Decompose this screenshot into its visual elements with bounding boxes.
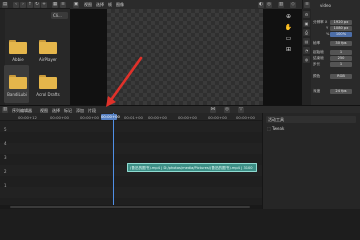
frame-start-field[interactable]: 1	[330, 49, 352, 55]
back-icon[interactable]: ‹	[13, 1, 19, 8]
movie-strip[interactable]: (鲁迅的图书).mp4 | D:/photos/media/Pictures/(…	[127, 163, 257, 172]
overlay-icon[interactable]: ◎	[224, 106, 230, 113]
properties-title: video	[320, 3, 331, 8]
pan-icon[interactable]: ✋	[284, 23, 293, 32]
channel-icon[interactable]: ▥	[278, 1, 284, 8]
track-band	[0, 143, 262, 154]
prop-label: 步长	[313, 62, 321, 66]
ruler-tick: 00:00+00	[50, 114, 69, 120]
ruler-tick: 00:00+00	[208, 114, 227, 120]
folder-icon[interactable]	[39, 40, 57, 54]
menu-select[interactable]: 选择	[96, 2, 104, 8]
frame-end-field[interactable]: 250	[330, 55, 352, 61]
new-folder-icon[interactable]: +	[41, 1, 47, 8]
world-tab-icon[interactable]: ◍	[303, 56, 310, 63]
frame-rate-select[interactable]: 30 fps	[330, 40, 352, 46]
channel-number: 3	[4, 155, 7, 160]
zoom-icon[interactable]: ⊕	[284, 12, 293, 21]
view-layer-tab-icon[interactable]: ▤	[303, 38, 310, 45]
tool-tab-icon[interactable]: ⚙	[303, 11, 310, 18]
editor-type-icon[interactable]: ▥	[2, 106, 8, 113]
scene-tab-icon[interactable]: ◔	[303, 47, 310, 54]
track-band	[0, 176, 262, 187]
editor-type-icon[interactable]: ▤	[2, 1, 8, 8]
overlay-icon[interactable]: ◎	[266, 1, 272, 8]
sequencer-header: ▥ 序列编辑器 视图 选择 标记 添加 片段 ⋈ ◎ ▽	[0, 105, 360, 113]
channel-number: 4	[4, 141, 7, 146]
channel-number: 5	[4, 127, 7, 132]
ruler-tick: 00:00+00	[236, 114, 255, 120]
ruler-tick: 00:00+12	[18, 114, 37, 120]
parent-dir-icon[interactable]: ↑	[27, 1, 33, 8]
gizmo-icon[interactable]: ◇	[290, 1, 296, 8]
folder-label: BandiLubi	[7, 92, 27, 97]
resolution-percent-field[interactable]: 100%	[330, 31, 352, 37]
ruler-tick: 00:00+00	[80, 114, 99, 120]
filter-icon[interactable]: ▽	[238, 106, 244, 113]
prop-label: Y	[326, 26, 329, 30]
folder-label: Abbie	[12, 57, 24, 62]
prop-label: 分辨率 X	[313, 20, 328, 24]
channel-number: 2	[4, 169, 7, 174]
playhead-time[interactable]: 00:00+00	[101, 113, 120, 120]
menu-view[interactable]: 视图	[84, 2, 92, 8]
playhead-line[interactable]	[113, 113, 114, 209]
ruler-tick: 00:00+00	[178, 114, 197, 120]
track-band	[0, 132, 262, 143]
menu-frame[interactable]: 帧	[108, 2, 112, 8]
forward-icon[interactable]: ›	[20, 1, 26, 8]
menu-image[interactable]: 图像	[116, 2, 124, 8]
folder-label: AirPlayer	[39, 57, 57, 62]
prop-label: 颜色	[313, 74, 321, 78]
properties-type-icon[interactable]: ≡	[304, 1, 310, 8]
resolution-x-field[interactable]: 1920 px	[330, 19, 352, 25]
folder-icon[interactable]	[9, 40, 27, 54]
folder-label: Acrol Drafts	[36, 92, 60, 97]
file-path-field[interactable]: Cli...	[51, 12, 68, 19]
viewer-navigation-tools: ⊕ ✋ ▭ ⊞	[284, 12, 294, 64]
list-view-icon[interactable]: ≡	[60, 1, 66, 8]
folder-icon[interactable]	[39, 75, 57, 89]
prop-label: 结束帧	[313, 56, 324, 60]
folder-icon[interactable]	[9, 75, 27, 89]
prop-label: 帧率	[313, 41, 321, 45]
ruler-tick: 00:01+00	[124, 114, 143, 120]
timeline-scrollbar-thumb[interactable]	[10, 206, 250, 208]
tweak-tool-icon[interactable]: ⬚	[267, 126, 271, 131]
prop-label: 起始帧	[313, 50, 324, 54]
editor-type-icon[interactable]: ▣	[73, 1, 79, 8]
grid-icon[interactable]: ⊞	[284, 45, 293, 54]
track-band	[0, 121, 262, 132]
prop-label: %	[326, 32, 330, 36]
properties-tabs: ⚙ ▣ ⎙ ▤ ◔ ◍	[302, 9, 311, 105]
track-band	[0, 187, 262, 198]
preview-canvas[interactable]	[107, 9, 263, 105]
file-browser-toolbar: ▤ ‹ › ↑ ↻ + ▦ ≡	[0, 0, 70, 9]
resolution-y-field[interactable]: 1080 px	[330, 25, 352, 31]
viewer-header: ▣ 视图 选择 帧 图像 ◐ ◎ ▥ ◇	[70, 0, 302, 9]
frame-step-field[interactable]: 1	[330, 61, 352, 67]
color-mode-select[interactable]: RGB	[330, 73, 352, 79]
color-depth-select[interactable]: 24 fps	[330, 88, 352, 94]
render-tab-icon[interactable]: ▣	[303, 20, 310, 27]
output-tab-icon[interactable]: ⎙	[303, 29, 310, 36]
time-ruler[interactable]: 00:00+12 00:00+00 00:00+00 00:01+00 00:0…	[0, 113, 262, 121]
active-tool-header[interactable]: 活动工具	[266, 116, 356, 123]
camera-icon[interactable]: ▭	[284, 34, 293, 43]
refresh-icon[interactable]: ↻	[34, 1, 40, 8]
snap-icon[interactable]: ⋈	[210, 106, 216, 113]
prop-label: 深度	[313, 89, 321, 93]
display-mode-icon[interactable]: ◐	[258, 1, 264, 8]
active-tool-name: Tweak	[272, 126, 285, 131]
ruler-tick: 00:00+00	[148, 114, 167, 120]
grid-view-icon[interactable]: ▦	[52, 1, 58, 8]
channel-number: 1	[4, 183, 7, 188]
